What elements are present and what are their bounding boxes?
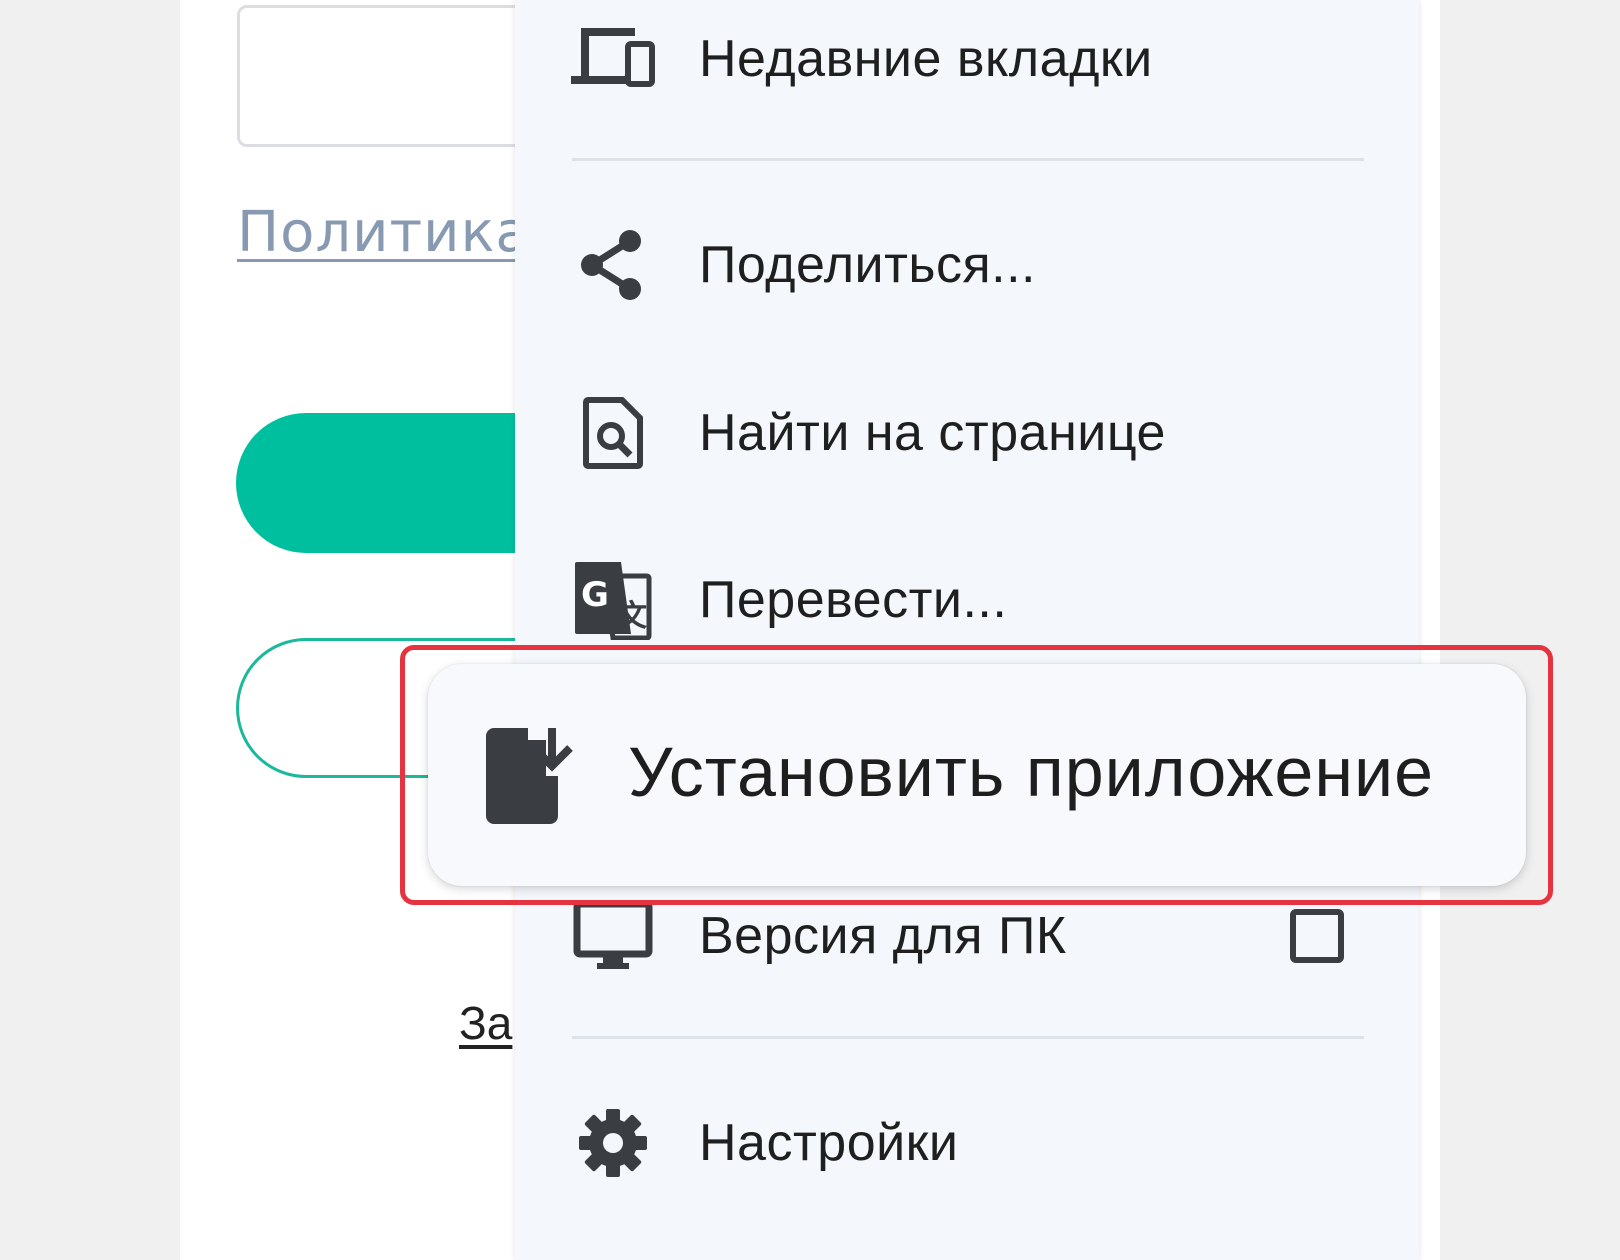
menu-item-install-app[interactable]: Установить приложение <box>428 664 1526 886</box>
menu-divider <box>572 158 1364 161</box>
policy-link[interactable]: Политика <box>237 200 531 265</box>
install-app-icon <box>482 724 582 828</box>
settings-icon <box>571 1101 655 1185</box>
background-small-link[interactable]: За <box>459 996 512 1050</box>
menu-item-settings[interactable]: Настройки <box>515 1088 1419 1198</box>
translate-icon: G 文 <box>571 558 655 642</box>
menu-item-label: Недавние вкладки <box>699 30 1153 88</box>
menu-item-label: Найти на странице <box>699 404 1166 462</box>
devices-icon <box>571 17 655 101</box>
share-icon <box>571 223 655 307</box>
menu-item-find-in-page[interactable]: Найти на странице <box>515 378 1419 488</box>
menu-item-label: Перевести... <box>699 571 1008 629</box>
desktop-version-checkbox[interactable] <box>1290 909 1344 963</box>
find-in-page-icon <box>571 391 655 475</box>
menu-item-translate[interactable]: G 文 Перевести... <box>515 545 1419 655</box>
browser-overflow-menu: Недавние вкладки Поделиться... Найти на … <box>515 0 1419 1260</box>
menu-divider <box>572 1036 1364 1039</box>
desktop-icon <box>571 894 655 978</box>
menu-item-recent-tabs[interactable]: Недавние вкладки <box>515 4 1419 114</box>
screen: Политика За Недавние вкладки Поделиться.… <box>0 0 1620 1260</box>
menu-item-label: Версия для ПК <box>699 907 1067 965</box>
menu-item-share[interactable]: Поделиться... <box>515 210 1419 320</box>
svg-text:G: G <box>581 575 609 615</box>
install-app-label: Установить приложение <box>628 733 1435 811</box>
menu-item-label: Поделиться... <box>699 236 1036 294</box>
svg-text:文: 文 <box>617 599 647 634</box>
menu-item-label: Настройки <box>699 1114 959 1172</box>
